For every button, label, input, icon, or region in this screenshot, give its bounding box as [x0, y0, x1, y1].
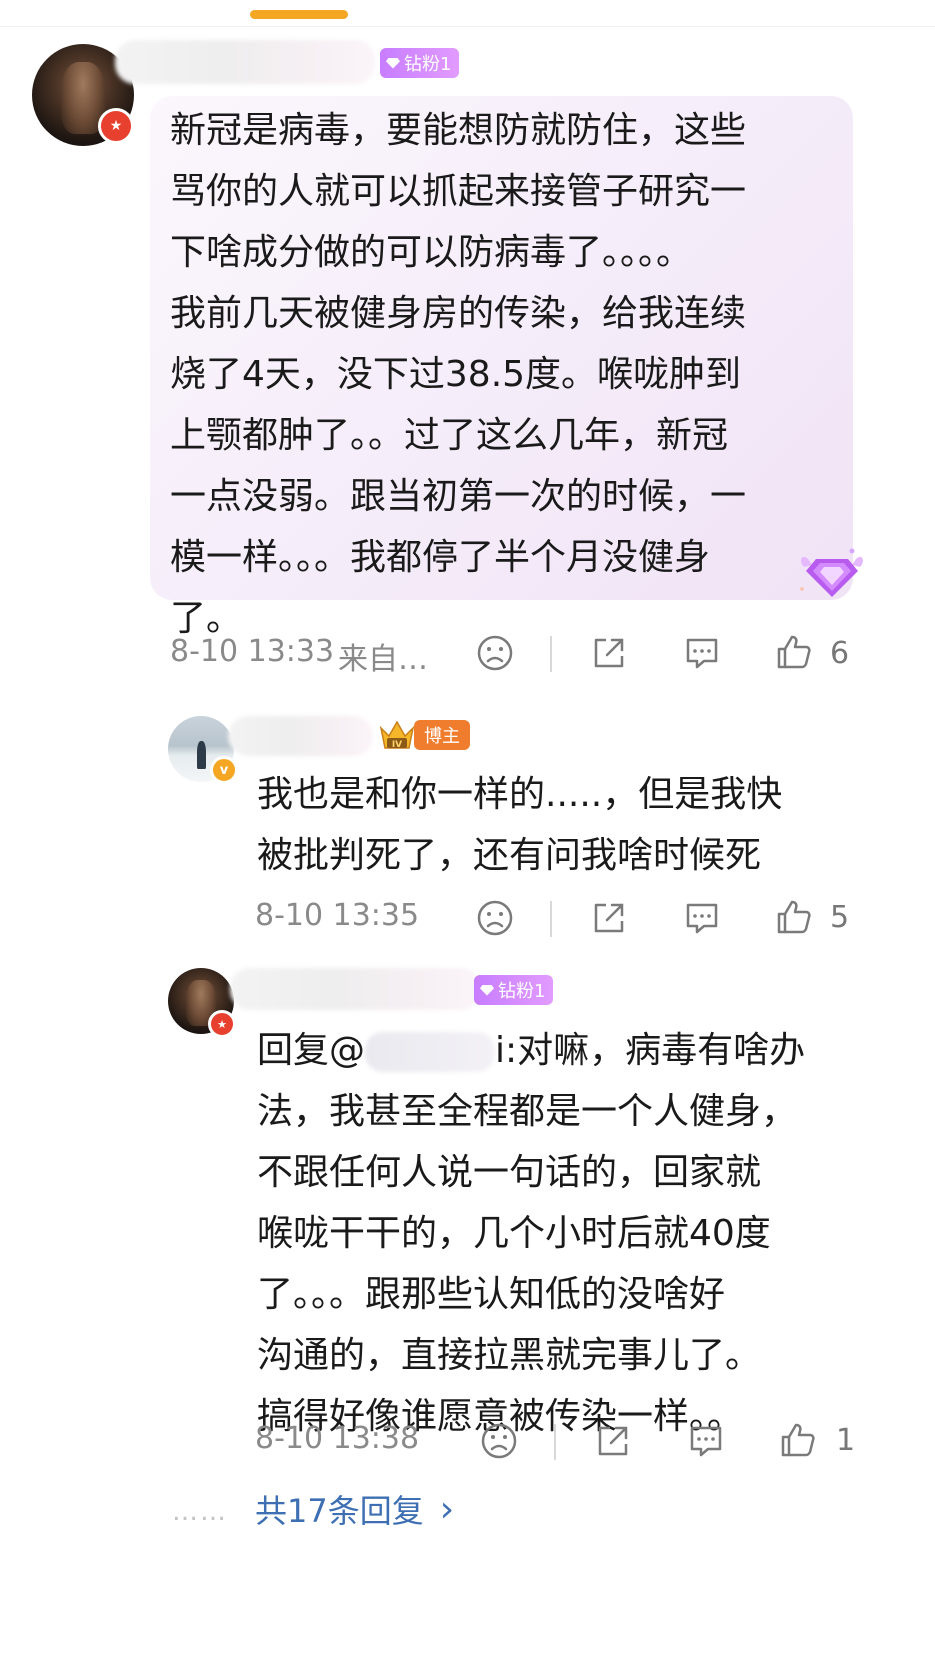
- action-divider: [554, 1424, 556, 1460]
- thumbs-up-icon[interactable]: [774, 632, 814, 672]
- comment-icon[interactable]: [682, 634, 722, 672]
- more-replies-link[interactable]: 共17条回复 ›: [255, 1486, 454, 1532]
- comment-text: 新冠是病毒，要能想防就防住，这些 骂你的人就可以抓起来接管子研究一 下啥成分做的…: [170, 110, 747, 639]
- mention-tail: i: [495, 1030, 506, 1071]
- action-divider: [550, 901, 552, 937]
- diamond-icon: [386, 57, 400, 69]
- verified-badge-icon: v: [210, 756, 238, 784]
- fan-badge-label: 钻粉1: [404, 54, 452, 75]
- share-icon[interactable]: [590, 634, 628, 672]
- verified-badge-icon: ★: [208, 1010, 236, 1038]
- reply-body: :对嘛，病毒有啥办 法，我甚至全程都是一个人健身， 不跟任何人说一句话的，回家就…: [257, 1030, 806, 1437]
- reply-text: 回复@ i:对嘛，病毒有啥办 法，我甚至全程都是一个人健身， 不跟任何人说一句话的…: [257, 1020, 897, 1447]
- divider: [0, 26, 935, 27]
- svg-text:IV: IV: [392, 740, 402, 750]
- fan-badge[interactable]: 钻粉1: [380, 48, 460, 78]
- like-count: 5: [830, 900, 850, 935]
- fan-badge[interactable]: 钻粉1: [474, 975, 554, 1005]
- username-blurred[interactable]: [115, 40, 375, 84]
- share-icon[interactable]: [594, 1422, 632, 1460]
- scroll-indicator: [250, 10, 348, 19]
- chevron-right-icon: ›: [439, 1488, 455, 1530]
- diamond-icon: [480, 984, 494, 996]
- like-count: 6: [830, 636, 850, 671]
- sad-face-icon[interactable]: [476, 634, 514, 672]
- sad-face-icon[interactable]: [480, 1422, 518, 1460]
- host-badge[interactable]: 博主: [414, 720, 470, 750]
- reply-time: 8-10 13:35: [255, 898, 420, 933]
- reply-time: 8-10 13:38: [255, 1421, 420, 1456]
- thumbs-up-icon[interactable]: [774, 897, 814, 937]
- verified-badge-icon: ★: [98, 108, 134, 144]
- thumbs-up-icon[interactable]: [778, 1420, 818, 1460]
- diamond-fan-icon: [800, 548, 863, 597]
- comment-time: 8-10 13:33: [170, 634, 335, 669]
- reply-prefix: 回复@: [257, 1030, 366, 1071]
- share-icon[interactable]: [590, 899, 628, 937]
- like-count: 1: [836, 1423, 856, 1458]
- more-dots: ……: [172, 1497, 228, 1527]
- reply-text: 我也是和你一样的.....，但是我快 被批判死了，还有问我啥时候死: [257, 774, 783, 876]
- sad-face-icon[interactable]: [476, 899, 514, 937]
- crown-icon: IV: [379, 720, 415, 750]
- username-blurred[interactable]: [230, 968, 480, 1010]
- more-replies-label: 共17条回复: [255, 1492, 424, 1530]
- fan-badge-label: 钻粉1: [498, 981, 546, 1002]
- comment-source[interactable]: 来自…: [338, 634, 428, 678]
- mention-blurred[interactable]: [365, 1032, 496, 1072]
- username-blurred[interactable]: [228, 716, 373, 756]
- comment-icon[interactable]: [682, 899, 722, 937]
- comment-icon[interactable]: [686, 1422, 726, 1460]
- action-divider: [550, 636, 552, 672]
